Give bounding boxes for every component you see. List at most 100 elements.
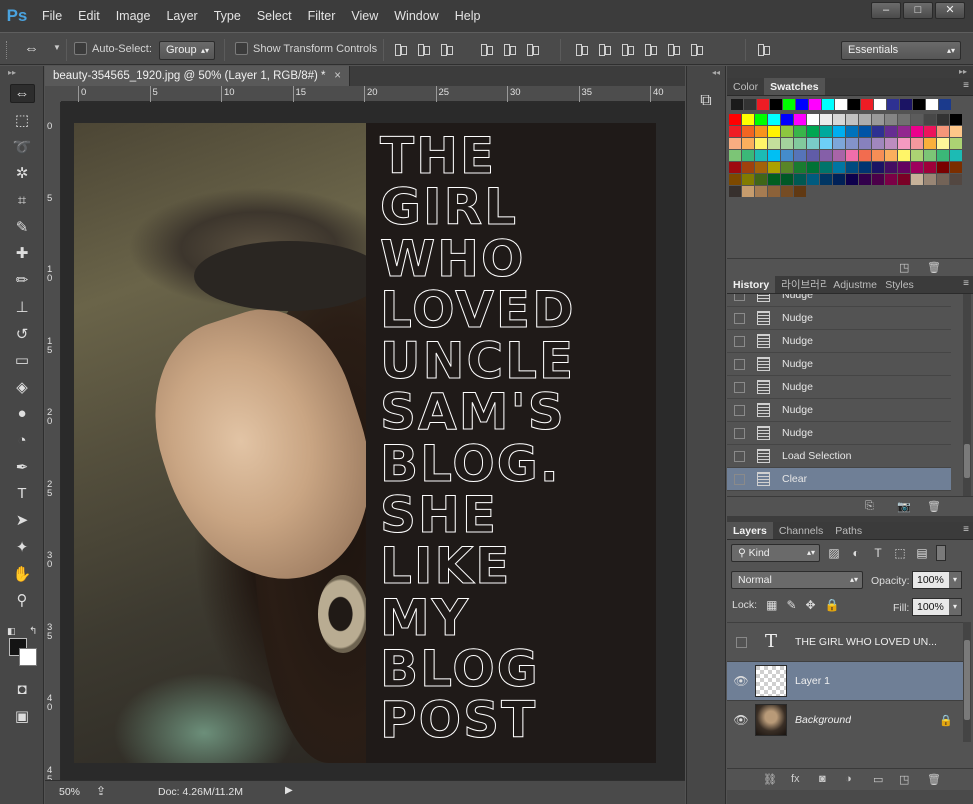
swatch[interactable] — [911, 174, 923, 185]
menu-filter[interactable]: Filter — [300, 0, 344, 32]
swatch[interactable] — [900, 99, 912, 110]
new-document-from-state-icon[interactable]: ⎘ — [865, 500, 874, 513]
swatch[interactable] — [781, 174, 793, 185]
distribute-hcenter-icon[interactable] — [666, 41, 680, 57]
align-left-edges-icon[interactable] — [479, 41, 493, 57]
swatch[interactable] — [742, 162, 754, 173]
swatch[interactable] — [807, 114, 819, 125]
swatch[interactable] — [898, 114, 910, 125]
history-state[interactable]: Clear — [727, 468, 951, 491]
pixel-filter-icon[interactable]: ▨ — [826, 545, 842, 561]
snapshot-source-toggle[interactable] — [734, 358, 745, 370]
menu-image[interactable]: Image — [108, 0, 159, 32]
swatch[interactable] — [770, 99, 782, 110]
swatch[interactable] — [833, 174, 845, 185]
menu-type[interactable]: Type — [206, 0, 249, 32]
swatch[interactable] — [950, 174, 962, 185]
swatch[interactable] — [950, 162, 962, 173]
swatch[interactable] — [833, 150, 845, 161]
layers-scrollbar[interactable] — [963, 622, 971, 742]
workspace-dropdown[interactable]: Essentials ▴▾ — [841, 41, 961, 60]
swatch[interactable] — [911, 138, 923, 149]
history-state[interactable]: Nudge — [727, 376, 951, 399]
pen-tool-icon[interactable]: ✒ — [0, 454, 44, 481]
layer-row-layer1[interactable]: 👁 Layer 1 — [727, 661, 963, 700]
lock-transparent-icon[interactable]: ▦ — [766, 598, 777, 612]
move-tool-icon[interactable]: ⇔ — [24, 40, 39, 57]
swatch[interactable] — [807, 150, 819, 161]
swatch[interactable] — [768, 114, 780, 125]
layer-row-background[interactable]: 👁 Background 🔒 — [727, 700, 963, 739]
link-layers-icon[interactable]: ⛓ — [763, 773, 777, 786]
swatch[interactable] — [742, 174, 754, 185]
swatch[interactable] — [833, 114, 845, 125]
eye-icon[interactable]: 👁 — [727, 713, 755, 727]
auto-select-dropdown[interactable]: Group ▴▾ — [159, 41, 215, 60]
swatch[interactable] — [859, 150, 871, 161]
history-state[interactable]: Nudge — [727, 399, 951, 422]
swap-colors-icon[interactable]: ↰ — [29, 626, 37, 637]
swatch[interactable] — [911, 114, 923, 125]
swatch[interactable] — [729, 150, 741, 161]
healing-brush-tool-icon[interactable]: ✚ — [0, 240, 44, 267]
lock-all-icon[interactable]: 🔒 — [825, 598, 840, 612]
chevron-down-icon[interactable]: ▾ — [949, 599, 961, 615]
eraser-tool-icon[interactable]: ▭ — [0, 347, 44, 374]
swatch[interactable] — [885, 162, 897, 173]
swatch[interactable] — [768, 150, 780, 161]
brush-tool-icon[interactable]: ✏ — [0, 267, 44, 294]
shape-filter-icon[interactable]: ⬚ — [892, 545, 908, 561]
swatch[interactable] — [872, 174, 884, 185]
snapshot-source-toggle[interactable] — [734, 381, 745, 393]
eye-icon[interactable]: 👁 — [727, 674, 755, 688]
maximize-button[interactable]: □ — [903, 2, 933, 19]
history-state[interactable]: Nudge — [727, 422, 951, 445]
align-top-edges-icon[interactable] — [393, 41, 407, 57]
swatch[interactable] — [846, 126, 858, 137]
type-filter-icon[interactable]: T — [870, 545, 886, 561]
dodge-tool-icon[interactable]: ◔ — [0, 427, 44, 454]
swatch[interactable] — [872, 126, 884, 137]
delete-layer-icon[interactable]: 🗑 — [927, 773, 941, 786]
close-button[interactable]: ✕ — [935, 2, 965, 19]
lasso-tool-icon[interactable]: ➰ — [0, 133, 44, 160]
status-menu-icon[interactable]: ▶ — [285, 785, 293, 796]
swatch[interactable] — [820, 174, 832, 185]
swatch[interactable] — [822, 99, 834, 110]
swatch[interactable] — [731, 99, 743, 110]
swatch[interactable] — [755, 174, 767, 185]
swatch[interactable] — [833, 126, 845, 137]
menu-file[interactable]: File — [34, 0, 70, 32]
swatch[interactable] — [924, 138, 936, 149]
swatch[interactable] — [937, 162, 949, 173]
marquee-tool-icon[interactable]: ⬚ — [0, 107, 44, 134]
swatch[interactable] — [937, 138, 949, 149]
distribute-left-icon[interactable] — [643, 41, 657, 57]
swatch[interactable] — [861, 99, 873, 110]
minimize-button[interactable]: – — [871, 2, 901, 19]
swatch[interactable] — [729, 186, 741, 197]
menu-window[interactable]: Window — [386, 0, 446, 32]
smart-object-filter-icon[interactable]: ▤ — [914, 545, 930, 561]
swatch[interactable] — [820, 138, 832, 149]
swatch[interactable] — [794, 186, 806, 197]
swatch[interactable] — [820, 114, 832, 125]
adjustment-layer-icon[interactable]: ◑ — [845, 773, 852, 785]
swatch[interactable] — [885, 150, 897, 161]
swatch[interactable] — [924, 150, 936, 161]
swatch[interactable] — [926, 99, 938, 110]
swatch[interactable] — [755, 138, 767, 149]
swatch[interactable] — [757, 99, 769, 110]
distribute-top-icon[interactable] — [574, 41, 588, 57]
swatch[interactable] — [729, 162, 741, 173]
delete-swatch-icon[interactable]: 🗑 — [927, 261, 941, 274]
swatch[interactable] — [729, 114, 741, 125]
lock-image-icon[interactable]: ✎ — [786, 598, 796, 612]
swatch[interactable] — [781, 126, 793, 137]
visibility-toggle[interactable] — [736, 636, 747, 648]
swatch[interactable] — [833, 138, 845, 149]
swatch[interactable] — [768, 174, 780, 185]
path-selection-tool-icon[interactable]: ➤ — [0, 507, 44, 534]
swatch[interactable] — [744, 99, 756, 110]
horizontal-ruler[interactable]: 0 5 10 15 20 25 30 35 40 — [61, 86, 685, 102]
